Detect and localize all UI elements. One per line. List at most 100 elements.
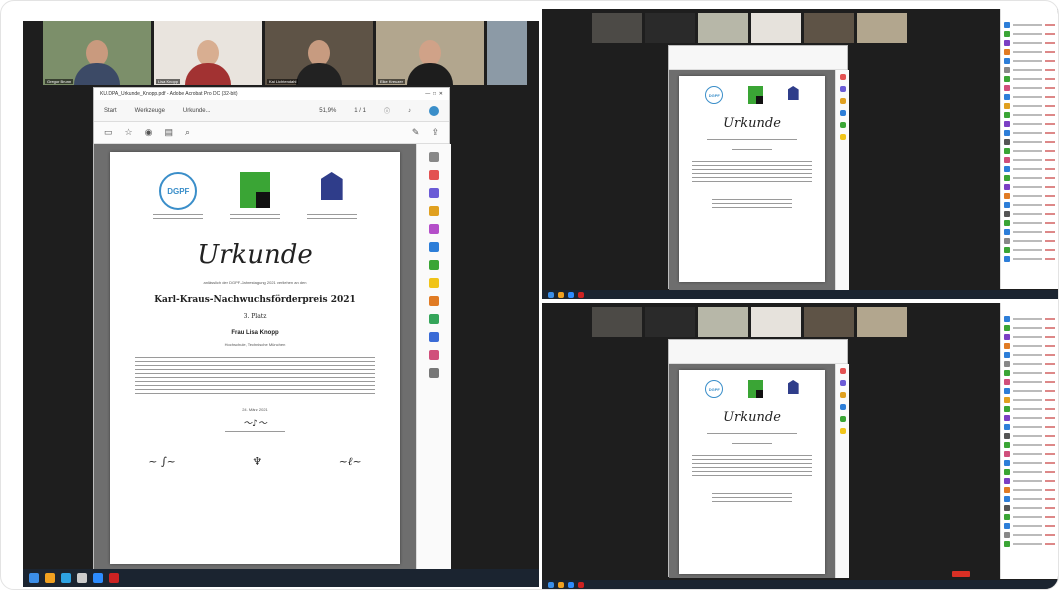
participant-row[interactable] <box>1001 65 1058 74</box>
participant-tile[interactable] <box>751 307 801 337</box>
edit-pdf-icon[interactable] <box>839 392 846 398</box>
participant-tile[interactable] <box>592 13 642 43</box>
edit-pdf-icon[interactable] <box>429 206 439 216</box>
zoom-icon[interactable] <box>568 291 574 298</box>
participant-row[interactable] <box>1001 530 1058 539</box>
participant-row[interactable] <box>1001 101 1058 110</box>
participant-row[interactable] <box>1001 236 1058 245</box>
comment-bubble-icon[interactable] <box>839 428 846 434</box>
zoom-icon[interactable] <box>93 573 103 583</box>
help-icon[interactable]: ⓘ <box>384 106 390 115</box>
comment-bubble-icon[interactable] <box>429 278 439 288</box>
edge-icon[interactable] <box>61 573 71 583</box>
comment-icon[interactable] <box>429 188 439 198</box>
menu-start[interactable]: Start <box>104 108 117 114</box>
participant-row[interactable] <box>1001 359 1058 368</box>
participant-row[interactable] <box>1001 218 1058 227</box>
menu-werkzeuge[interactable]: Werkzeuge <box>135 108 165 114</box>
participant-row[interactable] <box>1001 521 1058 530</box>
participant-row[interactable] <box>1001 83 1058 92</box>
participant-tile[interactable] <box>645 307 695 337</box>
explorer-icon[interactable] <box>45 573 55 583</box>
participant-row[interactable] <box>1001 404 1058 413</box>
participant-row[interactable] <box>1001 29 1058 38</box>
protect-icon[interactable] <box>429 332 439 342</box>
participant-row[interactable] <box>1001 191 1058 200</box>
participant-row[interactable] <box>1001 119 1058 128</box>
export-pdf-icon[interactable] <box>839 74 846 80</box>
scan-icon[interactable] <box>839 122 846 128</box>
edit-pdf-icon[interactable] <box>839 98 846 104</box>
organize-pages-icon[interactable] <box>839 404 846 410</box>
participant-row[interactable] <box>1001 314 1058 323</box>
participant-row[interactable] <box>1001 245 1058 254</box>
participant-row[interactable] <box>1001 146 1058 155</box>
participant-row[interactable] <box>1001 56 1058 65</box>
export-pdf-icon[interactable] <box>839 368 846 374</box>
participant-row[interactable] <box>1001 20 1058 29</box>
participant-row[interactable] <box>1001 74 1058 83</box>
search-icon[interactable]: ⌕ <box>185 127 190 138</box>
participant-row[interactable] <box>1001 512 1058 521</box>
participant-row[interactable] <box>1001 137 1058 146</box>
share-icon[interactable]: ⇪ <box>431 127 439 138</box>
comment-icon[interactable] <box>839 380 846 386</box>
participant-row[interactable] <box>1001 182 1058 191</box>
participant-tile[interactable]: Kai Lichtendahl <box>265 21 373 85</box>
leave-meeting-button[interactable] <box>952 571 970 577</box>
participant-row[interactable] <box>1001 92 1058 101</box>
participant-tile[interactable] <box>857 13 907 43</box>
fill-sign-icon[interactable] <box>429 224 439 234</box>
participant-tile[interactable] <box>698 307 748 337</box>
explorer-icon[interactable] <box>558 291 564 298</box>
export-pdf-icon[interactable] <box>429 170 439 180</box>
stamp-icon[interactable] <box>429 296 439 306</box>
zoom-level[interactable]: 51,9% <box>319 108 336 114</box>
print-icon[interactable]: ▤ <box>164 127 173 138</box>
sign-icon[interactable] <box>429 350 439 360</box>
participant-tile[interactable] <box>804 13 854 43</box>
participant-row[interactable] <box>1001 431 1058 440</box>
participant-row[interactable] <box>1001 413 1058 422</box>
participant-row[interactable] <box>1001 341 1058 350</box>
participant-row[interactable] <box>1001 386 1058 395</box>
participant-row[interactable] <box>1001 332 1058 341</box>
tab-document[interactable]: Urkunde... <box>183 108 211 114</box>
comment-bubble-icon[interactable] <box>839 134 846 140</box>
windows-start-icon[interactable] <box>548 581 554 588</box>
participant-row[interactable] <box>1001 254 1058 263</box>
participant-row[interactable] <box>1001 164 1058 173</box>
search-icon[interactable] <box>429 152 439 162</box>
participant-row[interactable] <box>1001 395 1058 404</box>
acrobat-icon[interactable] <box>578 581 584 588</box>
participant-row[interactable] <box>1001 155 1058 164</box>
comment-icon[interactable] <box>839 86 846 92</box>
participant-row[interactable] <box>1001 440 1058 449</box>
participant-row[interactable] <box>1001 467 1058 476</box>
acrobat-icon[interactable] <box>109 573 119 583</box>
participant-row[interactable] <box>1001 323 1058 332</box>
participant-tile[interactable] <box>645 13 695 43</box>
organize-pages-icon[interactable] <box>429 242 439 252</box>
zoom-icon[interactable] <box>568 581 574 588</box>
print-production-icon[interactable] <box>429 314 439 324</box>
participant-row[interactable] <box>1001 485 1058 494</box>
participant-tile[interactable] <box>698 13 748 43</box>
organize-pages-icon[interactable] <box>839 110 846 116</box>
participant-row[interactable] <box>1001 368 1058 377</box>
participant-tile[interactable]: Lisa Knopp <box>154 21 262 85</box>
participant-row[interactable] <box>1001 449 1058 458</box>
page-thumbnail-icon[interactable]: ▭ <box>104 127 113 138</box>
scan-icon[interactable] <box>429 260 439 270</box>
participant-tile[interactable]: Gregor Brunn <box>43 21 151 85</box>
participant-tile[interactable] <box>857 307 907 337</box>
acrobat-icon[interactable] <box>578 291 584 298</box>
participant-row[interactable] <box>1001 227 1058 236</box>
participant-tile[interactable] <box>487 21 527 85</box>
participant-row[interactable] <box>1001 494 1058 503</box>
participant-row[interactable] <box>1001 173 1058 182</box>
participant-tile[interactable] <box>592 307 642 337</box>
participant-row[interactable] <box>1001 128 1058 137</box>
windows-start-icon[interactable] <box>29 573 39 583</box>
windows-start-icon[interactable] <box>548 291 554 298</box>
